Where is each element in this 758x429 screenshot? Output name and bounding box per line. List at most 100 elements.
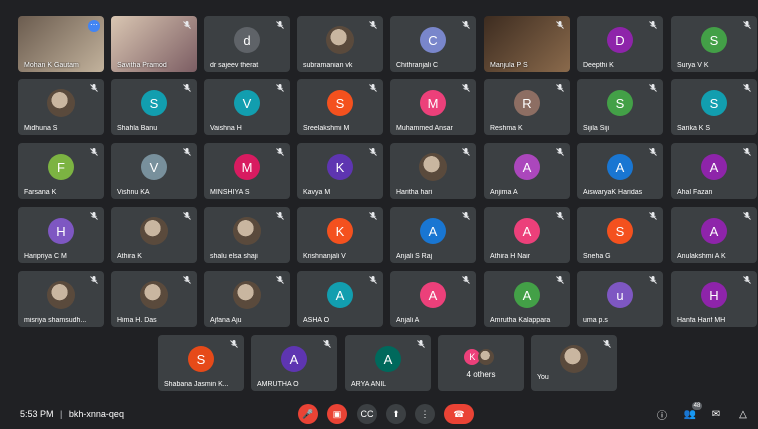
participant-tile[interactable]: d dr sajeev therat <box>204 16 290 72</box>
participant-avatar: S <box>141 90 167 116</box>
participant-tile[interactable]: A AMRUTHA O <box>251 335 337 391</box>
participant-name: Ahal Fazan <box>677 189 713 196</box>
participant-name: Vaishna H <box>210 125 242 132</box>
mic-off-icon <box>649 84 657 92</box>
participant-tile[interactable]: K Krishnanjali V <box>297 207 383 263</box>
mic-off-icon <box>183 21 191 29</box>
captions-button[interactable]: CC <box>357 404 377 424</box>
participant-tile[interactable]: You <box>531 335 617 391</box>
participant-name: misriya shamsudh... <box>24 317 87 324</box>
participant-avatar: S <box>701 90 727 116</box>
mic-off-icon <box>462 148 470 156</box>
participant-name: AiswaryaK Haridas <box>583 189 643 196</box>
time-label: 5:53 PM <box>20 409 54 419</box>
participant-name: subramanian vk <box>303 62 353 69</box>
people-button[interactable]: 👥 <box>684 408 696 420</box>
participant-tile[interactable]: Midhuna S <box>18 79 104 135</box>
participant-photo <box>560 345 588 373</box>
participant-tile[interactable]: ⋯ Mohan K Gautam <box>18 16 104 72</box>
participant-tile[interactable]: F Farsana K <box>18 143 104 199</box>
participant-tile[interactable]: A Anjima A <box>484 143 570 199</box>
participant-tile[interactable]: u uma p.s <box>577 271 663 327</box>
participant-tile[interactable]: M Muhammed Ansar <box>390 79 476 135</box>
leave-call-button[interactable]: ☎ <box>444 404 474 424</box>
participant-tile[interactable]: A ARYA ANIL <box>345 335 431 391</box>
participant-tile[interactable]: shalu elsa shaji <box>204 207 290 263</box>
mic-off-icon <box>743 212 751 220</box>
participant-tile[interactable]: V Vaishna H <box>204 79 290 135</box>
more-vert-icon: ⋮ <box>420 408 430 419</box>
participant-tile[interactable]: C Chithranjali C <box>390 16 476 72</box>
participant-tile[interactable]: Ajfana Aju <box>204 271 290 327</box>
participant-name: Chithranjali C <box>396 62 439 69</box>
participant-tile[interactable]: R Reshma K <box>484 79 570 135</box>
participant-name: Athira H Nair <box>490 253 531 260</box>
participant-tile[interactable]: misriya shamsudh... <box>18 271 104 327</box>
participant-avatar: V <box>234 90 260 116</box>
mic-off-icon <box>649 21 657 29</box>
mic-off-icon <box>90 148 98 156</box>
participant-tile[interactable]: D Deepthi K <box>577 16 663 72</box>
info-button[interactable]: ⓘ <box>656 408 668 422</box>
participant-name: Savitha Pramod <box>117 62 167 69</box>
participant-tile[interactable]: A Anjali A <box>390 271 476 327</box>
participant-tile[interactable]: A Amrutha Kalappara <box>484 271 570 327</box>
mic-off-icon <box>90 212 98 220</box>
participant-tile[interactable]: Hima H. Das <box>111 271 197 327</box>
participant-tile[interactable]: Haritha hari <box>390 143 476 199</box>
mic-off-icon <box>743 21 751 29</box>
participant-name: Shabana Jasmin K... <box>164 381 229 388</box>
participant-tile[interactable]: K4 others <box>438 335 524 391</box>
participant-tile[interactable]: H Hanfa Harif MH <box>671 271 757 327</box>
camera-off-button[interactable]: ▣ <box>327 404 347 424</box>
activities-button[interactable]: △ <box>737 408 749 420</box>
participant-name: Krishnanjali V <box>303 253 346 260</box>
mic-off-icon <box>556 21 564 29</box>
participant-tile[interactable]: subramanian vk <box>297 16 383 72</box>
participant-avatar: S <box>327 90 353 116</box>
participant-tile[interactable]: S Shahla Banu <box>111 79 197 135</box>
participant-avatar: C <box>420 27 446 53</box>
participant-tile[interactable]: K Kavya M <box>297 143 383 199</box>
participant-tile[interactable]: A Ahal Fazan <box>671 143 757 199</box>
separator: | <box>60 409 63 419</box>
participant-tile[interactable]: S Sneha G <box>577 207 663 263</box>
mic-off-icon <box>369 212 377 220</box>
participant-tile[interactable]: A Athira H Nair <box>484 207 570 263</box>
present-button[interactable]: ⬆ <box>386 404 406 424</box>
participant-name: Anulakshmi A K <box>677 253 726 260</box>
participant-tile[interactable]: A ASHA O <box>297 271 383 327</box>
participant-tile[interactable]: H Haripriya C M <box>18 207 104 263</box>
participant-tile[interactable]: A Anulakshmi A K <box>671 207 757 263</box>
participant-tile[interactable]: Athira K <box>111 207 197 263</box>
mic-off-icon <box>183 276 191 284</box>
participant-tile[interactable]: M MINSHIYA S <box>204 143 290 199</box>
participant-tile[interactable]: S Sreelakshmi M <box>297 79 383 135</box>
participant-name: Sarika K S <box>677 125 711 132</box>
mic-off-icon <box>417 340 425 348</box>
participant-tile[interactable]: A Anjali S Raj <box>390 207 476 263</box>
participant-name: AMRUTHA O <box>257 381 299 388</box>
participant-tile[interactable]: A AiswaryaK Haridas <box>577 143 663 199</box>
participant-tile[interactable]: S Shabana Jasmin K... <box>158 335 244 391</box>
participant-name: Sreelakshmi M <box>303 125 350 132</box>
participant-tile[interactable]: S Sijila Siji <box>577 79 663 135</box>
mic-off-icon <box>90 276 98 284</box>
tile-options-button[interactable]: ⋯ <box>88 20 100 32</box>
camera-off-icon: ▣ <box>332 408 342 419</box>
mic-off-icon <box>556 148 564 156</box>
participant-name: MINSHIYA S <box>210 189 250 196</box>
participant-tile[interactable]: V Vishnu KA <box>111 143 197 199</box>
participant-tile[interactable]: Manjula P S <box>484 16 570 72</box>
participant-tile[interactable]: S Surya V K <box>671 16 757 72</box>
more-options-button[interactable]: ⋮ <box>415 404 435 424</box>
participant-tile[interactable]: Savitha Pramod <box>111 16 197 72</box>
participant-avatar: S <box>188 346 214 372</box>
chat-button[interactable]: ✉ <box>710 408 722 420</box>
participant-photo <box>233 281 261 309</box>
mic-off-icon <box>556 84 564 92</box>
mic-off-icon <box>369 276 377 284</box>
participant-name: Manjula P S <box>490 62 528 69</box>
participant-tile[interactable]: S Sarika K S <box>671 79 757 135</box>
mic-off-button[interactable]: 🎤 <box>298 404 318 424</box>
